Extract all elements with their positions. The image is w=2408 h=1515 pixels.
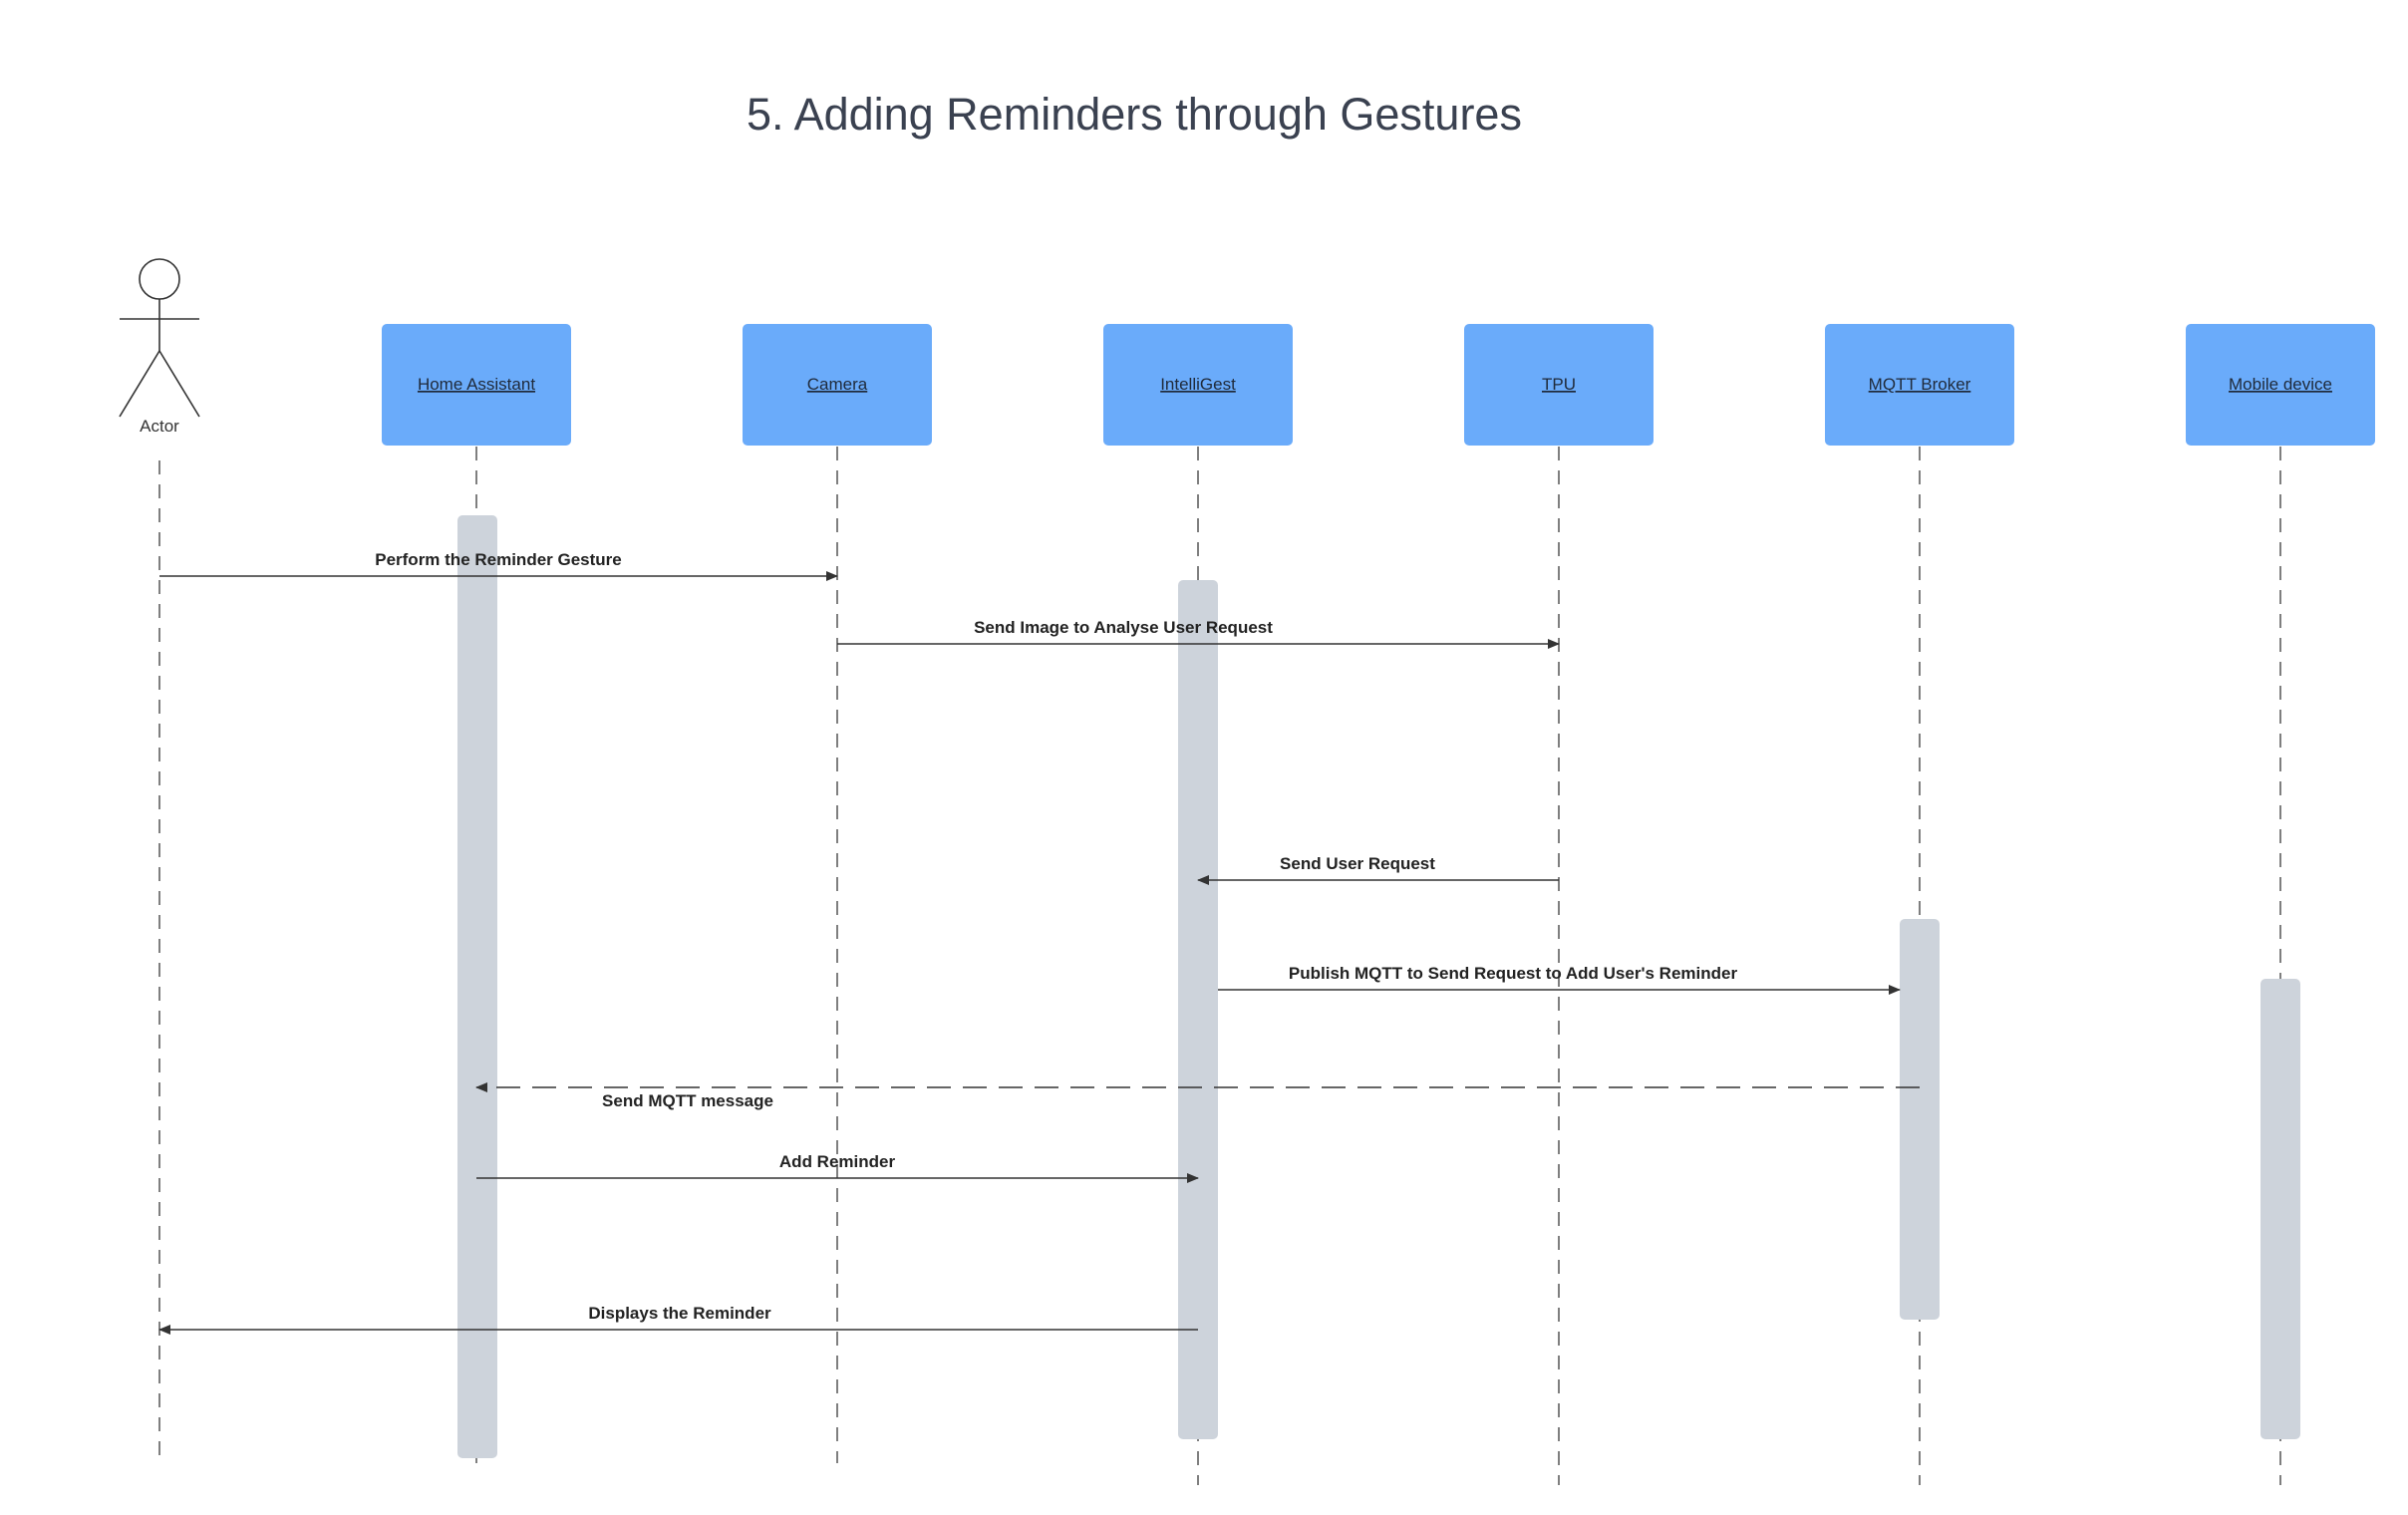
participant-tpu[interactable]: TPU [1464,324,1654,446]
diagram-title: 5. Adding Reminders through Gestures [747,89,1522,140]
participant-label: Mobile device [2229,375,2332,394]
message-label: Perform the Reminder Gesture [375,550,622,569]
actor-label: Actor [140,417,179,436]
message-label: Send MQTT message [602,1091,773,1110]
participant-label: Home Assistant [418,375,535,394]
actor: Actor [119,258,200,436]
participant-label: TPU [1542,375,1576,394]
participant-label: IntelliGest [1160,375,1236,394]
sequence-diagram: 5. Adding Reminders through Gestures Act… [119,89,2375,1485]
activation-home-assistant [457,515,497,1458]
message-label: Displays the Reminder [588,1304,771,1323]
message-label: Add Reminder [779,1152,896,1171]
message-label: Publish MQTT to Send Request to Add User… [1289,964,1738,983]
message-label: Send Image to Analyse User Request [974,618,1273,637]
actor-left-leg [119,350,160,418]
message-send-user-request[interactable]: Send User Request [1197,854,1559,885]
activation-mqtt-broker [1900,919,1940,1320]
message-perform-gesture[interactable]: Perform the Reminder Gesture [159,550,838,581]
actor-head [139,258,180,300]
message-label: Send User Request [1280,854,1435,873]
message-displays-reminder[interactable]: Displays the Reminder [158,1304,1198,1335]
messages: Perform the Reminder Gesture Send Image … [158,550,1920,1335]
activation-intelligest [1178,580,1218,1439]
participants: Home Assistant Camera IntelliGest TPU MQ… [382,324,2375,446]
participant-mobile-device[interactable]: Mobile device [2186,324,2375,446]
participant-camera[interactable]: Camera [743,324,932,446]
participant-intelligest[interactable]: IntelliGest [1103,324,1293,446]
participant-label: MQTT Broker [1869,375,1971,394]
participant-mqtt-broker[interactable]: MQTT Broker [1825,324,2014,446]
activation-mobile-device [2260,979,2300,1439]
actor-right-leg [158,350,200,418]
participant-label: Camera [807,375,868,394]
participant-home-assistant[interactable]: Home Assistant [382,324,571,446]
